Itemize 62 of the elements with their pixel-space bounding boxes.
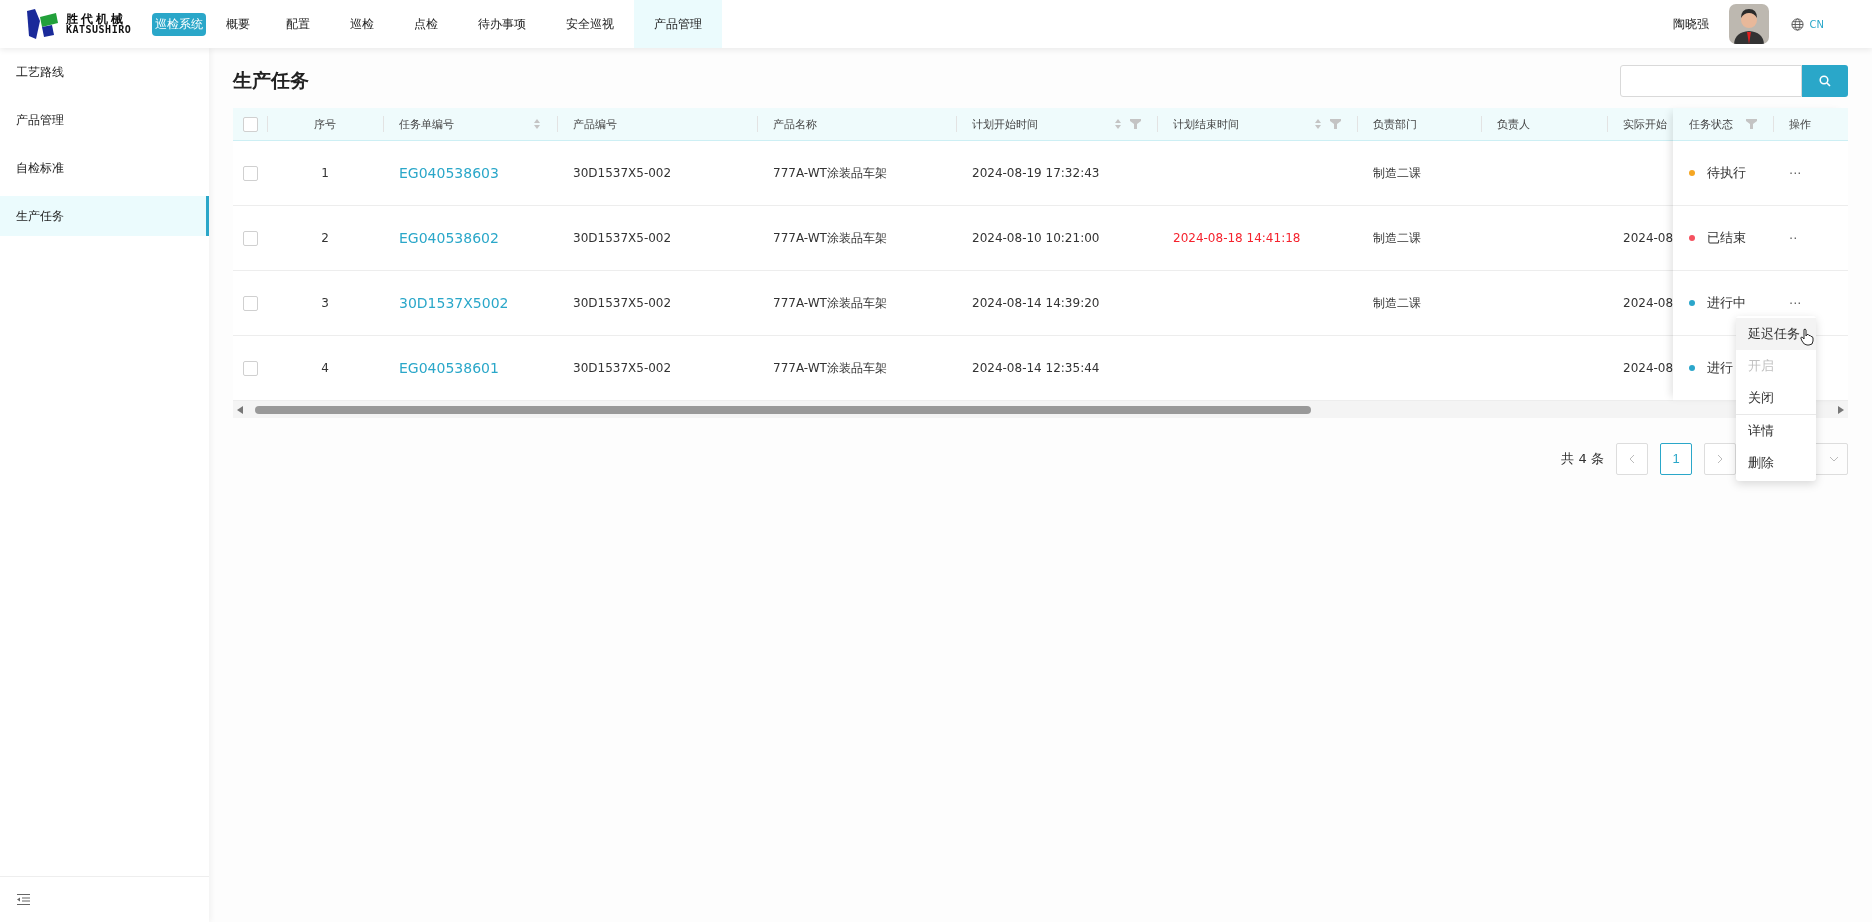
nav-tab[interactable]: 点检 [394, 0, 458, 48]
status-text: 进行中 [1707, 294, 1746, 312]
menu-item[interactable]: 详情 [1736, 415, 1816, 447]
column-header: 任务状态 [1689, 116, 1733, 132]
sidebar-item[interactable]: 工艺路线 [0, 52, 209, 92]
more-actions[interactable]: ··· [1789, 295, 1802, 311]
table-cell: 制造二课 [1373, 229, 1421, 247]
table-cell: 777A-WT涂装品车架 [773, 229, 887, 247]
column-header: 产品编号 [573, 116, 617, 132]
table-cell: 2024-08 [1623, 231, 1673, 245]
table-cell: 777A-WT涂装品车架 [773, 359, 887, 377]
table-cell: 30D1537X5-002 [573, 361, 672, 375]
column-header: 任务单编号 [399, 116, 454, 132]
sidebar-item[interactable]: 自检标准 [0, 148, 209, 188]
nav-tab[interactable]: 巡检 [330, 0, 394, 48]
nav-tab[interactable]: 概要 [210, 0, 266, 48]
table-cell: 2024-08-19 17:32:43 [972, 166, 1100, 180]
table-cell: 2024-08-18 14:41:18 [1173, 231, 1301, 245]
table-cell: 制造二课 [1373, 164, 1421, 182]
column-header: 负责人 [1497, 116, 1530, 132]
menu-item[interactable]: 关闭 [1736, 382, 1816, 414]
column-header: 实际开始 [1623, 116, 1667, 132]
more-actions[interactable]: ··· [1789, 165, 1802, 181]
table-cell: 30D1537X5-002 [573, 166, 672, 180]
logo-text: KATSUSHIRO [66, 25, 132, 35]
menu-item[interactable]: 删除 [1736, 447, 1816, 479]
column-header: 计划结束时间 [1173, 116, 1239, 132]
table-cell: 777A-WT涂装品车架 [773, 164, 887, 182]
table-cell: 4 [321, 361, 329, 375]
table-cell: 2024-08-10 10:21:00 [972, 231, 1100, 245]
table-cell: 2024-08 [1623, 361, 1673, 375]
table-cell: 777A-WT涂装品车架 [773, 294, 887, 312]
more-actions[interactable]: ·· [1789, 230, 1798, 246]
nav-tab[interactable]: 产品管理 [634, 0, 722, 48]
column-header: 产品名称 [773, 116, 817, 132]
menu-item[interactable]: 延迟任务 [1736, 318, 1816, 350]
status-text: 已结束 [1707, 229, 1746, 247]
table-cell: 30D1537X5-002 [573, 231, 672, 245]
table-cell: 2024-08-14 12:35:44 [972, 361, 1100, 375]
column-header: 计划开始时间 [972, 116, 1038, 132]
page-title: 生产任务 [233, 67, 309, 93]
table-cell: 2024-08-14 14:39:20 [972, 296, 1100, 310]
nav-tab[interactable]: 待办事项 [458, 0, 546, 48]
column-header: 操作 [1789, 116, 1811, 132]
total-count: 共 4 条 [1561, 449, 1604, 468]
column-header: 序号 [314, 116, 336, 132]
status-text: 进行 [1707, 359, 1733, 377]
table-cell: 3 [321, 296, 329, 310]
table-cell: 30D1537X5-002 [573, 296, 672, 310]
status-text: 待执行 [1707, 164, 1746, 182]
table-cell: 2024-08 [1623, 296, 1673, 310]
logo-text: 胜代机械 [66, 13, 127, 25]
nav-tab[interactable]: 安全巡视 [546, 0, 634, 48]
column-header: 负责部门 [1373, 116, 1417, 132]
table-cell: 2 [321, 231, 329, 245]
system-badge: 巡检系统 [152, 12, 206, 36]
sidebar-item[interactable]: 生产任务 [0, 196, 209, 236]
table-cell: 制造二课 [1373, 294, 1421, 312]
nav-tab[interactable]: 配置 [266, 0, 330, 48]
user-name: 陶晓强 [1672, 15, 1709, 33]
table-cell: 1 [321, 166, 329, 180]
sidebar-item[interactable]: 产品管理 [0, 100, 209, 140]
